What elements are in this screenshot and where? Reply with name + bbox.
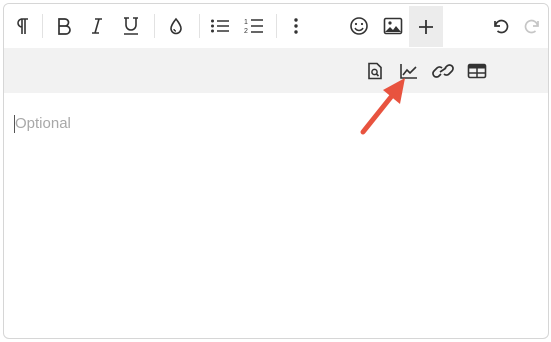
rich-text-editor: 12 Optional <box>3 3 549 339</box>
svg-text:2: 2 <box>244 28 248 35</box>
italic-icon[interactable] <box>82 10 112 42</box>
svg-text:1: 1 <box>244 19 248 26</box>
redo-icon[interactable] <box>518 10 548 42</box>
toolbar-divider <box>276 14 277 38</box>
toolbar-divider <box>154 14 155 38</box>
annotation-arrow-icon <box>360 78 405 135</box>
editor-placeholder: Optional <box>15 115 71 132</box>
link-icon[interactable] <box>429 57 457 85</box>
text-color-icon[interactable] <box>161 10 191 42</box>
emoji-icon[interactable] <box>344 10 374 42</box>
numbered-list-icon[interactable]: 12 <box>239 10 269 42</box>
toolbar-divider <box>199 14 200 38</box>
formatting-toolbar: 12 <box>4 4 548 48</box>
image-icon[interactable] <box>378 10 408 42</box>
plus-icon[interactable] <box>409 6 443 47</box>
bullet-list-icon[interactable] <box>205 10 235 42</box>
paragraph-icon[interactable] <box>7 10 37 42</box>
undo-icon[interactable] <box>485 10 515 42</box>
table-icon[interactable] <box>463 57 491 85</box>
underline-icon[interactable] <box>116 10 146 42</box>
more-icon[interactable] <box>281 10 311 42</box>
bold-icon[interactable] <box>49 10 79 42</box>
editor-content-area[interactable]: Optional <box>4 93 548 338</box>
insert-toolbar <box>4 48 548 93</box>
toolbar-divider <box>42 14 43 38</box>
